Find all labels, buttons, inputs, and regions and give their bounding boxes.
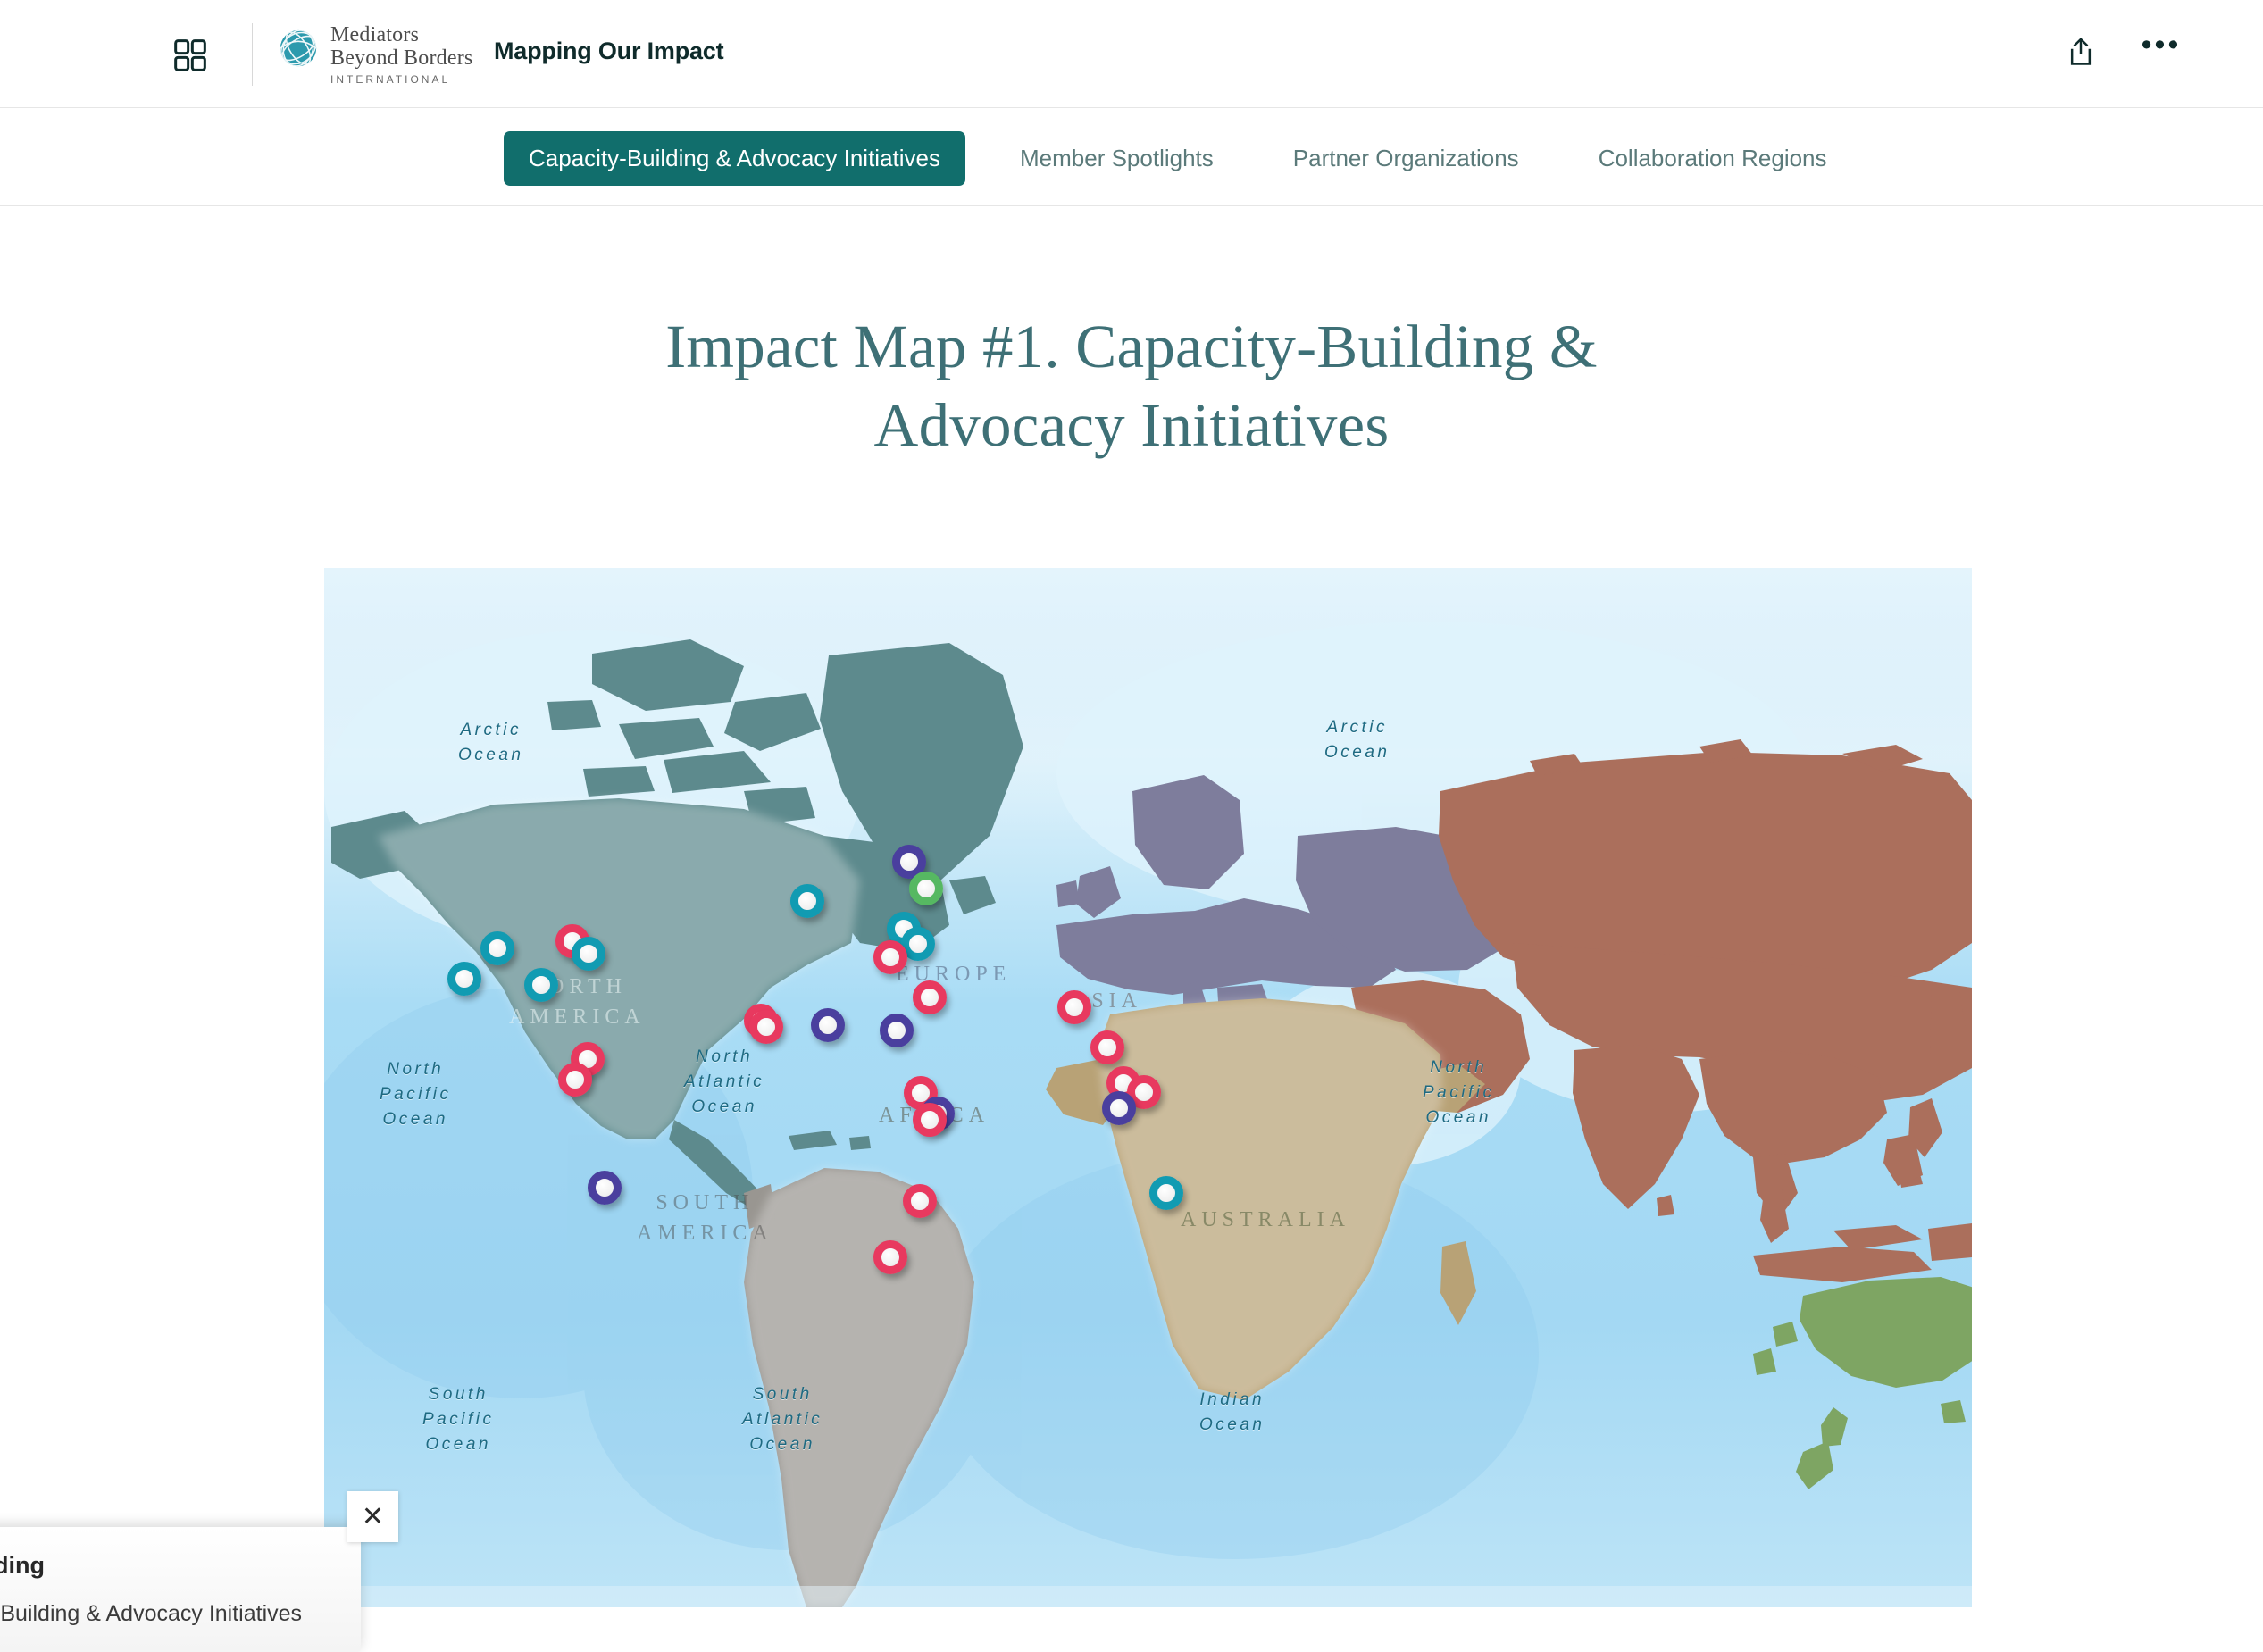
map-pin-teal[interactable] (1149, 1176, 1183, 1210)
section-tabbar: Capacity-Building & Advocacy Initiatives… (0, 109, 2263, 206)
map-pin-teal[interactable] (447, 962, 481, 996)
share-icon[interactable] (2061, 32, 2100, 71)
toolbar-divider (252, 23, 253, 86)
tab-capacity-building[interactable]: Capacity-Building & Advocacy Initiatives (504, 131, 966, 186)
map-pin-red[interactable] (913, 980, 947, 1014)
map-pin-purple[interactable] (1102, 1091, 1136, 1125)
map-pin-purple[interactable] (811, 1008, 845, 1042)
map-pin-purple[interactable] (588, 1171, 622, 1205)
map-pin-red[interactable] (1090, 1030, 1124, 1064)
map-pin-red[interactable] (913, 1103, 947, 1137)
brand-line-1: Mediators (330, 23, 420, 46)
popup-subtitle: acity Building & Advocacy Initiatives (0, 1601, 303, 1626)
brand-logo[interactable]: Mediators Beyond Borders INTERNATIONAL (277, 23, 472, 88)
page-title-line-1: Impact Map #1. Capacity-Building & (665, 313, 1598, 380)
map-pin-red[interactable] (558, 1063, 592, 1097)
map-pin-teal[interactable] (480, 931, 514, 965)
more-options-icon[interactable]: ••• (2142, 29, 2181, 71)
close-icon[interactable]: ✕ (347, 1491, 398, 1542)
detail-popup-card[interactable]: Building acity Building & Advocacy Initi… (0, 1527, 361, 1652)
brand-line-2: Beyond Borders (330, 46, 473, 70)
map-pin-teal[interactable] (572, 937, 605, 971)
tab-list: Capacity-Building & Advocacy Initiatives… (504, 131, 1882, 186)
popup-title: Building (0, 1552, 45, 1579)
map-pin-red[interactable] (903, 1184, 937, 1218)
map-pin-teal[interactable] (790, 884, 824, 918)
map-pin-red[interactable] (1057, 990, 1091, 1024)
globe-logo-icon (280, 29, 317, 67)
tab-collaboration-regions[interactable]: Collaboration Regions (1574, 131, 1852, 186)
tab-member-spotlights[interactable]: Member Spotlights (995, 131, 1239, 186)
tab-partner-organizations[interactable]: Partner Organizations (1268, 131, 1544, 186)
top-app-bar: Mediators Beyond Borders INTERNATIONAL M… (0, 0, 2263, 108)
topbar-actions: ••• (2061, 29, 2181, 71)
map-pin-teal[interactable] (524, 968, 558, 1002)
page-title-line-2: Advocacy Initiatives (873, 391, 1390, 459)
brand-line-3: INTERNATIONAL (330, 73, 451, 86)
map-pin-red[interactable] (873, 940, 907, 974)
document-title: Mapping Our Impact (494, 38, 724, 64)
map-pin-green[interactable] (909, 872, 943, 905)
map-pin-red[interactable] (873, 1240, 907, 1274)
map-pin-red[interactable] (749, 1010, 783, 1044)
map-pin-purple[interactable] (880, 1014, 914, 1047)
page-title: Impact Map #1. Capacity-Building & Advoc… (0, 307, 2263, 464)
impact-world-map[interactable]: Arctic Ocean Arctic Ocean North Pacific Oc… (324, 568, 1972, 1607)
grid-apps-icon[interactable] (165, 30, 214, 79)
